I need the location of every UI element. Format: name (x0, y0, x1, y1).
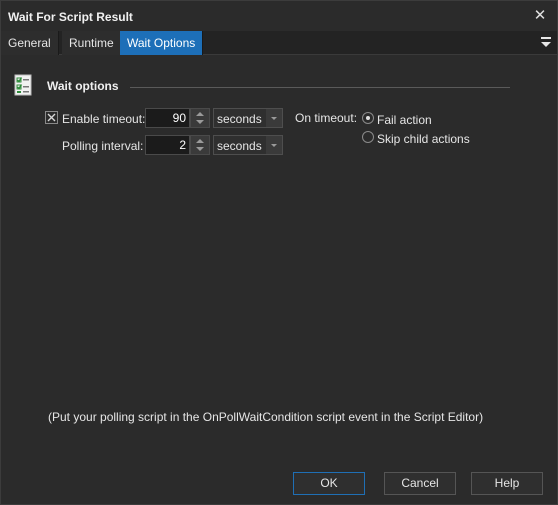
chevron-down-icon (266, 109, 282, 127)
polling-interval-label: Polling interval: (62, 139, 144, 153)
polling-script-hint: (Put your polling script in the OnPollWa… (48, 410, 484, 424)
skip-child-actions-radio[interactable] (362, 131, 374, 143)
spin-up-icon[interactable] (191, 109, 209, 118)
tab-bar: General Runtime Wait Options (1, 31, 557, 55)
polling-value-stepper (145, 135, 210, 155)
dialog-window: Wait For Script Result ✕ General Runtime… (0, 0, 558, 505)
chevron-down-icon (266, 136, 282, 154)
cancel-button[interactable]: Cancel (384, 472, 456, 495)
spin-down-icon[interactable] (191, 145, 209, 154)
section-title: Wait options (47, 79, 119, 93)
radio-selected-dot (366, 116, 370, 120)
section-divider (130, 87, 510, 88)
help-button[interactable]: Help (471, 472, 543, 495)
timeout-unit-select[interactable]: seconds (213, 108, 283, 128)
fail-action-radio[interactable] (362, 112, 374, 124)
polling-unit-value: seconds (217, 139, 262, 153)
tab-general[interactable]: General (1, 31, 59, 55)
checklist-icon (14, 74, 32, 96)
tab-menu-icon[interactable] (540, 35, 552, 49)
tab-wait-options[interactable]: Wait Options (120, 31, 204, 55)
polling-value-input[interactable] (146, 136, 189, 154)
window-title: Wait For Script Result (8, 10, 133, 24)
timeout-value-input[interactable] (146, 109, 189, 127)
spin-down-icon[interactable] (191, 118, 209, 127)
timeout-spin-buttons (190, 108, 210, 128)
polling-unit-select[interactable]: seconds (213, 135, 283, 155)
enable-timeout-checkbox[interactable] (45, 111, 58, 124)
timeout-unit-value: seconds (217, 112, 262, 126)
check-x-icon (47, 113, 56, 122)
polling-spin-buttons (190, 135, 210, 155)
enable-timeout-label: Enable timeout: (62, 112, 146, 126)
ok-button[interactable]: OK (293, 472, 365, 495)
spin-up-icon[interactable] (191, 136, 209, 145)
timeout-value-stepper (145, 108, 210, 128)
skip-child-actions-label: Skip child actions (377, 132, 470, 146)
close-button[interactable]: ✕ (531, 7, 549, 25)
tab-runtime[interactable]: Runtime (62, 31, 122, 55)
fail-action-label: Fail action (377, 113, 432, 127)
on-timeout-label: On timeout: (295, 111, 358, 125)
title-bar: Wait For Script Result ✕ (1, 1, 557, 32)
